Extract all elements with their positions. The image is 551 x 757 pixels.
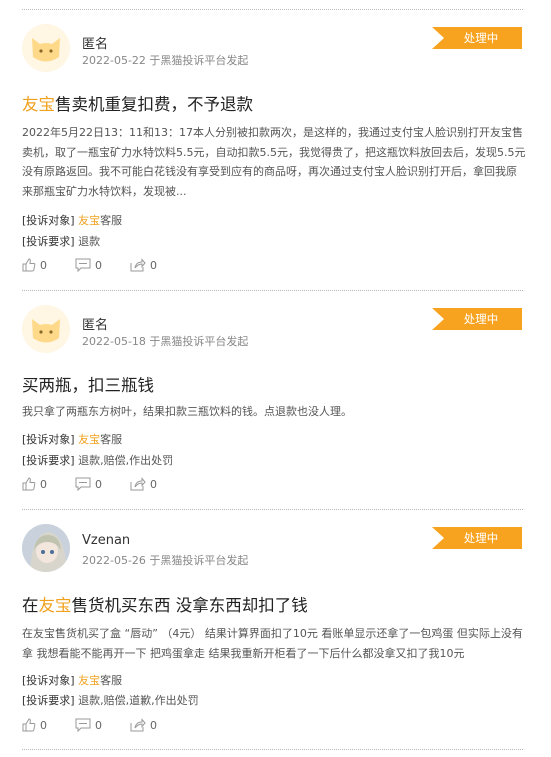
complaint-target: [投诉对象] 友宝客服 (22, 433, 123, 446)
comment-icon (75, 718, 91, 732)
status-badge: 处理中 (432, 308, 522, 330)
comment-count: 0 (95, 718, 102, 732)
share-button[interactable]: 0 (130, 258, 157, 272)
avatar[interactable] (22, 305, 70, 353)
share-count: 0 (150, 258, 157, 272)
comment-button[interactable]: 0 (75, 718, 102, 732)
share-count: 0 (150, 477, 157, 491)
user-photo-icon (22, 524, 70, 572)
complaint-demand: [投诉要求] 退款,赔偿,道歉,作出处罚 (22, 694, 199, 707)
complaint-demand: [投诉要求] 退款,赔偿,作出处罚 (22, 454, 174, 467)
complaint-title[interactable]: 在友宝售货机买东西 没拿东西却扣了钱 (22, 592, 308, 616)
share-count: 0 (150, 718, 157, 732)
comment-count: 0 (95, 258, 102, 272)
share-button[interactable]: 0 (130, 718, 157, 732)
complaint-target: [投诉对象] 友宝客服 (22, 214, 123, 227)
action-bar: 0 0 0 (22, 718, 185, 732)
cat-avatar-icon (32, 38, 60, 62)
user-name[interactable]: Vzenan (82, 533, 130, 548)
divider (22, 749, 523, 750)
like-count: 0 (40, 258, 47, 272)
like-count: 0 (40, 477, 47, 491)
like-count: 0 (40, 718, 47, 732)
status-badge: 处理中 (432, 27, 522, 49)
comment-count: 0 (95, 477, 102, 491)
action-bar: 0 0 0 (22, 258, 185, 272)
thumbs-up-icon (22, 718, 36, 732)
target-brand-link[interactable]: 友宝 (78, 674, 100, 687)
share-icon (130, 258, 146, 272)
complaint-body[interactable]: 2022年5月22日13：11和13：17本人分别被扣款两次，是这样的，我通过支… (22, 123, 527, 201)
share-icon (130, 718, 146, 732)
user-name[interactable]: 匿名 (82, 314, 108, 333)
title-brand: 友宝 (22, 95, 55, 114)
divider (22, 9, 523, 10)
complaint-body[interactable]: 我只拿了两瓶东方树叶，结果扣款三瓶饮料的钱。点退款也没人理。 (22, 402, 527, 422)
comment-icon (75, 477, 91, 491)
comment-button[interactable]: 0 (75, 477, 102, 491)
complaint-title[interactable]: 友宝售卖机重复扣费，不予退款 (22, 91, 253, 115)
comment-icon (75, 258, 91, 272)
share-button[interactable]: 0 (130, 477, 157, 491)
complaint-body[interactable]: 在友宝售货机买了盒 “唇动” （4元） 结果计算界面扣了10元 看账单显示还拿了… (22, 624, 527, 663)
comment-button[interactable]: 0 (75, 258, 102, 272)
complaint-demand: [投诉要求] 退款 (22, 235, 101, 248)
avatar[interactable] (22, 24, 70, 72)
like-button[interactable]: 0 (22, 258, 47, 272)
target-brand-link[interactable]: 友宝 (78, 433, 100, 446)
thumbs-up-icon (22, 258, 36, 272)
action-bar: 0 0 0 (22, 477, 185, 491)
like-button[interactable]: 0 (22, 718, 47, 732)
divider (22, 509, 523, 510)
target-brand-link[interactable]: 友宝 (78, 214, 100, 227)
post-date: 2022-05-26 于黑猫投诉平台发起 (82, 554, 249, 567)
title-brand: 友宝 (38, 596, 72, 615)
divider (22, 290, 523, 291)
post-date: 2022-05-18 于黑猫投诉平台发起 (82, 335, 249, 348)
thumbs-up-icon (22, 477, 36, 491)
complaint-title[interactable]: 买两瓶，扣三瓶钱 (22, 372, 154, 396)
title-text: 买两瓶，扣三瓶钱 (22, 376, 154, 395)
title-text: 在 (22, 596, 39, 615)
avatar[interactable] (22, 524, 70, 572)
title-text: 售货机买东西 没拿东西却扣了钱 (71, 596, 308, 615)
like-button[interactable]: 0 (22, 477, 47, 491)
complaint-target: [投诉对象] 友宝客服 (22, 674, 123, 687)
cat-avatar-icon (32, 319, 60, 343)
post-date: 2022-05-22 于黑猫投诉平台发起 (82, 54, 249, 67)
share-icon (130, 477, 146, 491)
title-text: 售卖机重复扣费，不予退款 (55, 95, 253, 114)
user-name[interactable]: 匿名 (82, 33, 108, 52)
status-badge: 处理中 (432, 527, 522, 549)
